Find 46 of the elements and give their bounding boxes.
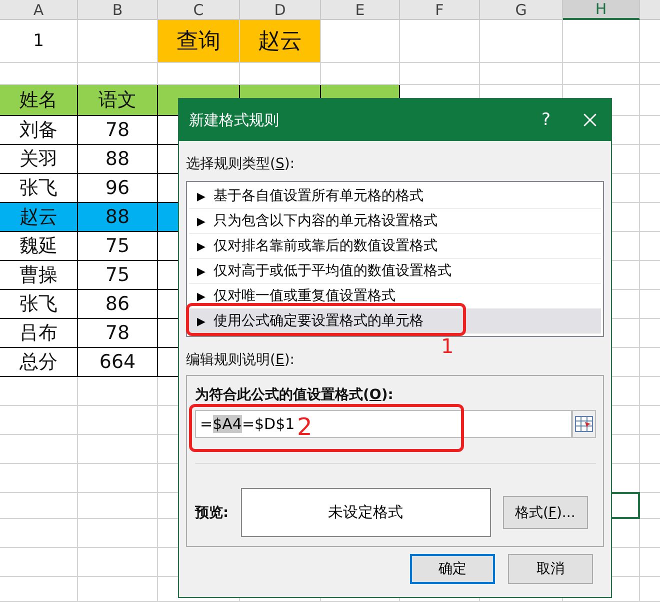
table-cell: 曹操	[0, 261, 78, 290]
column-header[interactable]: H	[563, 0, 640, 20]
range-picker-button[interactable]	[572, 410, 596, 438]
table-cell: 语文	[78, 85, 158, 116]
table-cell: 总分	[0, 348, 78, 377]
table-cell: 75	[78, 261, 158, 290]
table-cell: 赵云	[240, 20, 321, 63]
annotation-number: 1	[441, 335, 454, 357]
formula-label: 为符合此公式的值设置格式(O):	[195, 386, 394, 404]
table-cell: 关羽	[0, 145, 78, 174]
table-cell: 78	[78, 319, 158, 348]
grid-icon	[575, 416, 593, 432]
preview-label: 预览:	[195, 504, 229, 522]
help-button[interactable]: ?	[531, 109, 561, 131]
table-cell: 张飞	[0, 174, 78, 203]
table-cell: 88	[78, 203, 158, 232]
table-cell: 86	[78, 290, 158, 319]
format-button[interactable]: 格式(F)...	[502, 496, 588, 529]
table-cell: 1	[0, 20, 78, 63]
table-cell: 刘备	[0, 116, 78, 145]
table-cell: 查询	[158, 20, 240, 63]
ok-button[interactable]: 确定	[410, 554, 495, 584]
table-cell: 78	[78, 116, 158, 145]
table-cell: 姓名	[0, 85, 78, 116]
column-header[interactable]: A	[0, 0, 78, 20]
table-cell: 吕布	[0, 319, 78, 348]
column-header[interactable]: B	[78, 0, 158, 20]
column-header[interactable]: G	[480, 0, 563, 20]
column-header[interactable]: D	[240, 0, 321, 20]
cancel-button[interactable]: 取消	[508, 554, 593, 584]
column-header[interactable]: F	[400, 0, 480, 20]
annotation-number: 2	[297, 413, 312, 441]
column-header[interactable]: C	[158, 0, 240, 20]
rule-type-item[interactable]: ▶ 使用公式确定要设置格式的单元格	[189, 309, 601, 334]
table-cell: 96	[78, 174, 158, 203]
column-header[interactable]: E	[321, 0, 400, 20]
section-label: 选择规则类型(S):	[186, 155, 296, 173]
preview-box: 未设定格式	[240, 488, 491, 537]
table-cell: 张飞	[0, 290, 78, 319]
table-cell: 88	[78, 145, 158, 174]
table-cell: 魏延	[0, 232, 78, 261]
table-cell: 664	[78, 348, 158, 377]
table-cell: 赵云	[0, 203, 78, 232]
section-label: 编辑规则说明(E):	[186, 351, 296, 369]
dialog-title: 新建格式规则	[189, 110, 280, 130]
table-cell: 75	[78, 232, 158, 261]
